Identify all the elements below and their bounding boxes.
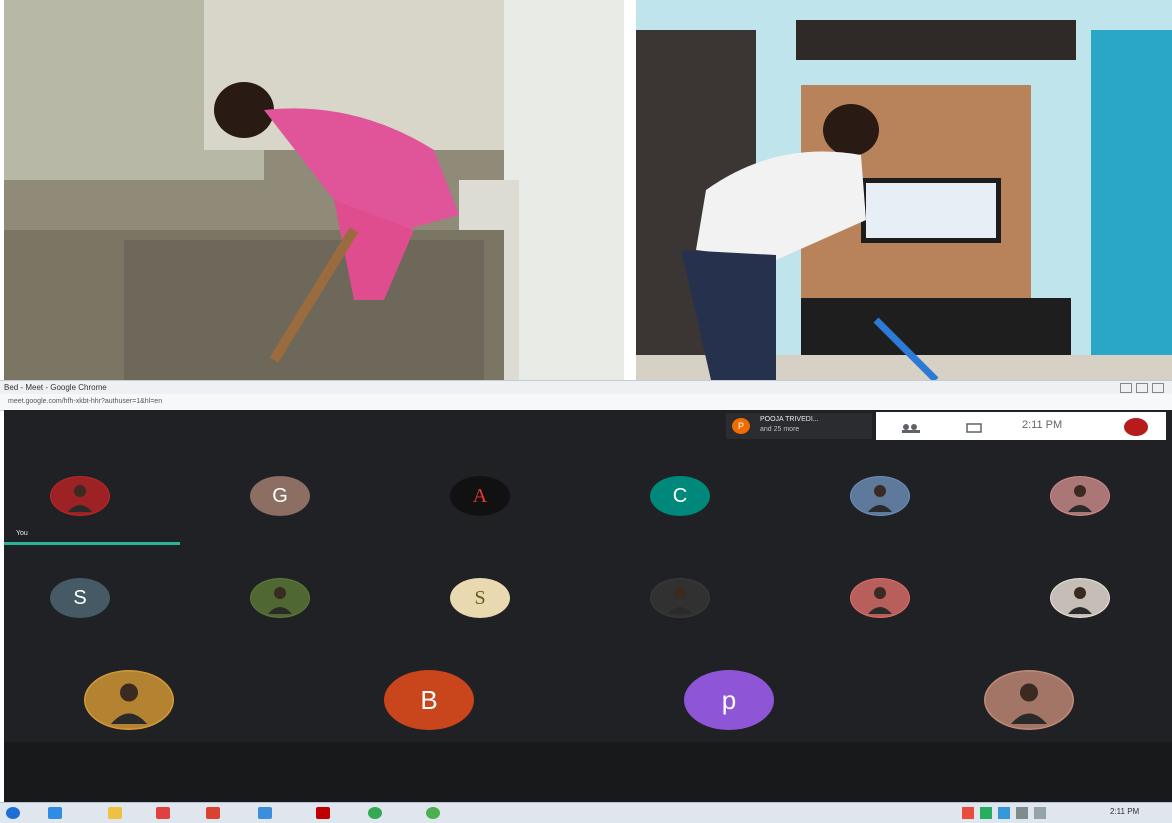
participant-initial: A: [472, 484, 488, 507]
person-silhouette-icon: [51, 477, 109, 515]
acrobat-icon[interactable]: [316, 807, 330, 819]
close-window-button[interactable]: [1152, 383, 1164, 393]
network-icon[interactable]: [1016, 807, 1028, 819]
participant-avatar-photo[interactable]: [650, 578, 710, 618]
person-silhouette-icon: [851, 477, 909, 515]
participant-avatar-letter[interactable]: p: [684, 670, 774, 730]
meet-top-bar: P POOJA TRIVEDI... and 25 more 2:11 PM: [4, 410, 1172, 442]
participant-avatar-letter[interactable]: S: [450, 578, 510, 618]
windows-taskbar: 2:11 PM: [0, 802, 1172, 823]
participant-initial: S: [73, 586, 87, 609]
meet-bottom-bar: [4, 742, 1172, 802]
presenter-name: POOJA TRIVEDI...: [760, 416, 819, 423]
browser-title-bar: Bed - Meet - Google Chrome: [0, 380, 1172, 395]
address-bar[interactable]: meet.google.com/hfh-xkbt-hhr?authuser=1&…: [0, 394, 1172, 411]
participant-avatar-letter[interactable]: S: [50, 578, 110, 618]
tray-clock: 2:11 PM: [1110, 807, 1140, 816]
participant-avatar-letter[interactable]: B: [384, 670, 474, 730]
url-text: meet.google.com/hfh-xkbt-hhr?authuser=1&…: [8, 398, 163, 405]
self-tile-indicator: [4, 542, 180, 545]
participant-avatar-photo[interactable]: [1050, 476, 1110, 516]
powerpoint-icon[interactable]: [206, 807, 220, 819]
presenter-sub: and 25 more: [760, 426, 800, 433]
chat-icon[interactable]: [966, 420, 982, 433]
participant-avatar-letter[interactable]: C: [650, 476, 710, 516]
people-icon[interactable]: [900, 420, 922, 433]
ie-icon[interactable]: [48, 807, 62, 819]
minimize-button[interactable]: [1120, 383, 1132, 393]
presenter-avatar: P: [732, 418, 750, 434]
person-silhouette-icon: [651, 579, 709, 617]
participant-avatar-photo[interactable]: [250, 578, 310, 618]
window-title: Bed - Meet - Google Chrome: [4, 383, 107, 392]
participant-initial: B: [420, 684, 438, 715]
person-silhouette-icon: [85, 671, 173, 729]
account-avatar[interactable]: [1124, 418, 1148, 436]
folder-icon[interactable]: [108, 807, 122, 819]
meeting-controls-panel: 2:11 PM: [876, 412, 1166, 440]
participant-initial: C: [672, 484, 688, 507]
person-silhouette-icon: [1051, 579, 1109, 617]
clock-time: 2:11 PM: [1022, 419, 1063, 431]
participant-avatar-photo[interactable]: [84, 670, 174, 730]
participant-avatar-photo[interactable]: [984, 670, 1074, 730]
participant-initial: p: [721, 684, 737, 715]
participant-avatar-letter[interactable]: G: [250, 476, 310, 516]
tray-icon-1[interactable]: [962, 807, 974, 819]
you-label: You: [16, 530, 28, 537]
participant-avatar-photo[interactable]: [1050, 578, 1110, 618]
app-icon[interactable]: [258, 807, 272, 819]
sweeping-outdoor-photo: [4, 0, 624, 380]
participant-initial: S: [474, 586, 486, 609]
participant-avatar-letter[interactable]: A: [450, 476, 510, 516]
app2-icon[interactable]: [426, 807, 440, 819]
maximize-button[interactable]: [1136, 383, 1148, 393]
participant-avatar-photo[interactable]: [850, 578, 910, 618]
media-player-icon[interactable]: [156, 807, 170, 819]
participant-avatar-photo[interactable]: [850, 476, 910, 516]
presenter-chip[interactable]: P POOJA TRIVEDI... and 25 more: [726, 413, 872, 439]
participant-grid: You G A C S S Bp: [4, 442, 1172, 742]
video-tile-left: [4, 0, 624, 380]
person-silhouette-icon: [851, 579, 909, 617]
start-button-icon[interactable]: [6, 807, 20, 819]
tray-icon-2[interactable]: [980, 807, 992, 819]
sweeping-indoor-photo: [636, 0, 1172, 380]
person-silhouette-icon: [1051, 477, 1109, 515]
volume-icon[interactable]: [1034, 807, 1046, 819]
video-tile-right: [636, 0, 1172, 380]
participant-avatar-photo[interactable]: [50, 476, 110, 516]
tray-icon-3[interactable]: [998, 807, 1010, 819]
person-silhouette-icon: [251, 579, 309, 617]
chrome-icon[interactable]: [368, 807, 382, 819]
participant-initial: G: [272, 484, 288, 507]
person-silhouette-icon: [985, 671, 1073, 729]
